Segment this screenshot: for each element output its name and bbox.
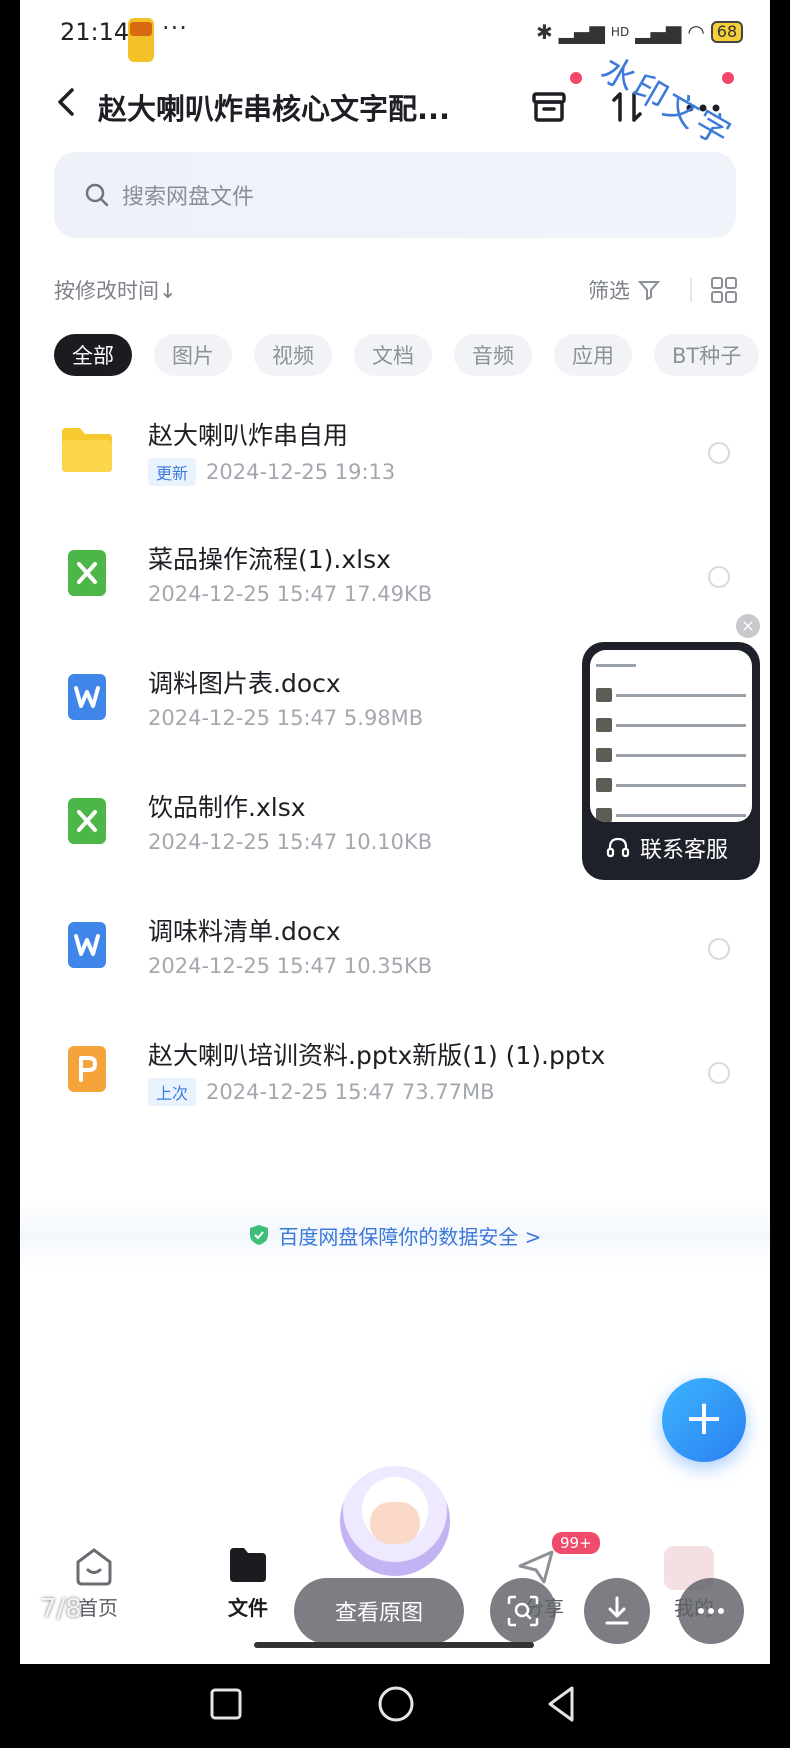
notification-dot-2 bbox=[722, 72, 734, 84]
chip-documents[interactable]: 文档 bbox=[354, 334, 432, 376]
security-note-link[interactable]: 百度网盘保障你的数据安全 > bbox=[20, 1200, 770, 1270]
system-nav-bar bbox=[0, 1664, 790, 1748]
search-icon bbox=[85, 183, 109, 207]
status-indicators: ✱ ▂▄▆ HD ▂▄▆ ◠ 68 bbox=[536, 18, 744, 46]
widget-close-button[interactable]: × bbox=[736, 614, 760, 638]
more-icon bbox=[698, 1608, 724, 1614]
files-icon[interactable] bbox=[226, 1542, 270, 1586]
nav-home-label[interactable]: 首页 bbox=[78, 1592, 118, 1621]
file-meta: 上次 2024-12-25 15:47 73.77MB bbox=[148, 1078, 495, 1106]
file-meta: 更新 2024-12-25 19:13 bbox=[148, 458, 395, 486]
file-meta: 2024-12-25 15:47 10.10KB bbox=[148, 830, 433, 854]
bluetooth-icon: ✱ bbox=[536, 20, 553, 44]
grid-view-icon[interactable] bbox=[710, 276, 738, 304]
app-notification-icon bbox=[128, 18, 154, 62]
file-row[interactable]: 赵大喇叭培训资料.pptx新版(1) (1).pptx 上次 2024-12-2… bbox=[20, 1010, 770, 1134]
headset-icon bbox=[606, 837, 630, 858]
app-screen: 21:14 ··· ✱ ▂▄▆ HD ▂▄▆ ◠ 68 赵大喇叭炸串核心文字配.… bbox=[20, 0, 770, 1664]
network-label: HD bbox=[610, 25, 630, 39]
chip-videos[interactable]: 视频 bbox=[254, 334, 332, 376]
notification-dot bbox=[570, 72, 582, 84]
wifi-icon: ◠ bbox=[687, 20, 705, 44]
status-time: 21:14 bbox=[60, 18, 130, 46]
share-badge: 99+ bbox=[552, 1532, 600, 1554]
select-radio[interactable] bbox=[708, 566, 730, 588]
file-row[interactable]: 赵大喇叭炸串自用 更新 2024-12-25 19:13 bbox=[20, 390, 770, 514]
back-icon[interactable] bbox=[50, 82, 84, 122]
file-meta: 2024-12-25 15:47 5.98MB bbox=[148, 706, 424, 730]
image-search-button[interactable] bbox=[490, 1578, 556, 1644]
file-meta: 2024-12-25 15:47 10.35KB bbox=[148, 954, 433, 978]
home-icon[interactable] bbox=[72, 1544, 116, 1588]
folder-icon bbox=[62, 428, 112, 472]
word-icon bbox=[68, 674, 106, 720]
filter-button[interactable]: 筛选 bbox=[588, 275, 662, 305]
file-name: 调料图片表.docx bbox=[148, 669, 341, 698]
search-input[interactable]: 搜索网盘文件 bbox=[54, 152, 736, 238]
preview-row bbox=[590, 650, 752, 680]
archive-icon[interactable] bbox=[526, 84, 572, 130]
category-chips: 全部 图片 视频 文档 音频 应用 BT种子 bbox=[54, 334, 760, 376]
download-icon bbox=[605, 1596, 629, 1625]
chip-apps[interactable]: 应用 bbox=[554, 334, 632, 376]
file-name: 赵大喇叭炸串自用 bbox=[148, 421, 349, 450]
divider bbox=[690, 278, 692, 302]
signal-icon: ▂▄▆ bbox=[558, 20, 605, 44]
preview-row bbox=[590, 680, 752, 710]
mascot-face bbox=[370, 1502, 420, 1544]
filter-icon bbox=[638, 281, 661, 301]
file-name: 赵大喇叭培训资料.pptx新版(1) (1).pptx bbox=[148, 1041, 606, 1070]
customer-service-widget[interactable]: 联系客服 bbox=[582, 642, 760, 880]
status-more-dots: ··· bbox=[162, 14, 188, 42]
nav-files-label[interactable]: 文件 bbox=[228, 1592, 268, 1621]
file-row[interactable]: 调味料清单.docx 2024-12-25 15:47 10.35KB bbox=[20, 886, 770, 1010]
select-radio[interactable] bbox=[708, 442, 730, 464]
download-button[interactable] bbox=[584, 1578, 650, 1644]
file-date: 2024-12-25 15:47 73.77MB bbox=[206, 1080, 495, 1104]
select-radio[interactable] bbox=[708, 1062, 730, 1084]
search-placeholder: 搜索网盘文件 bbox=[122, 185, 255, 210]
shield-icon bbox=[250, 1225, 269, 1245]
widget-preview bbox=[590, 650, 752, 822]
recents-icon[interactable] bbox=[208, 1686, 244, 1722]
chip-all[interactable]: 全部 bbox=[54, 334, 132, 376]
last-opened-tag: 上次 bbox=[148, 1078, 197, 1106]
file-name: 调味料清单.docx bbox=[148, 917, 341, 946]
file-date: 2024-12-25 19:13 bbox=[206, 460, 396, 484]
viewer-more-button[interactable] bbox=[678, 1578, 744, 1644]
file-name: 饮品制作.xlsx bbox=[148, 793, 306, 822]
widget-label: 联系客服 bbox=[606, 832, 728, 864]
home-nav-icon[interactable] bbox=[376, 1684, 416, 1724]
ppt-icon bbox=[68, 1046, 106, 1092]
page-title: 赵大喇叭炸串核心文字配... bbox=[98, 92, 451, 126]
preview-row bbox=[590, 800, 752, 822]
chip-audio[interactable]: 音频 bbox=[454, 334, 532, 376]
word-icon bbox=[68, 922, 106, 968]
signal-icon-2: ▂▄▆ bbox=[635, 20, 682, 44]
battery-icon: 68 bbox=[710, 21, 744, 43]
sort-button[interactable]: 按修改时间↓ bbox=[54, 275, 177, 305]
preview-row bbox=[590, 770, 752, 800]
back-nav-icon[interactable] bbox=[544, 1684, 580, 1724]
excel-icon bbox=[68, 550, 106, 596]
filter-label: 筛选 bbox=[588, 279, 630, 303]
chip-images[interactable]: 图片 bbox=[154, 334, 232, 376]
file-name: 菜品操作流程(1).xlsx bbox=[148, 545, 391, 574]
file-meta: 2024-12-25 15:47 17.49KB bbox=[148, 582, 433, 606]
update-tag: 更新 bbox=[148, 458, 197, 486]
security-note-text: 百度网盘保障你的数据安全 > bbox=[278, 1224, 542, 1249]
select-radio[interactable] bbox=[708, 938, 730, 960]
excel-icon bbox=[68, 798, 106, 844]
home-indicator bbox=[254, 1642, 534, 1648]
page-indicator: 7/8 bbox=[40, 1594, 82, 1624]
widget-label-text: 联系客服 bbox=[640, 838, 729, 863]
preview-row bbox=[590, 710, 752, 740]
scan-search-icon bbox=[507, 1595, 539, 1627]
add-button[interactable]: + bbox=[662, 1378, 746, 1462]
file-row[interactable]: 菜品操作流程(1).xlsx 2024-12-25 15:47 17.49KB bbox=[20, 514, 770, 638]
view-original-button[interactable]: 查看原图 bbox=[294, 1578, 464, 1644]
preview-row bbox=[590, 740, 752, 770]
chip-bt[interactable]: BT种子 bbox=[654, 334, 760, 376]
assistant-mascot[interactable] bbox=[340, 1466, 450, 1576]
